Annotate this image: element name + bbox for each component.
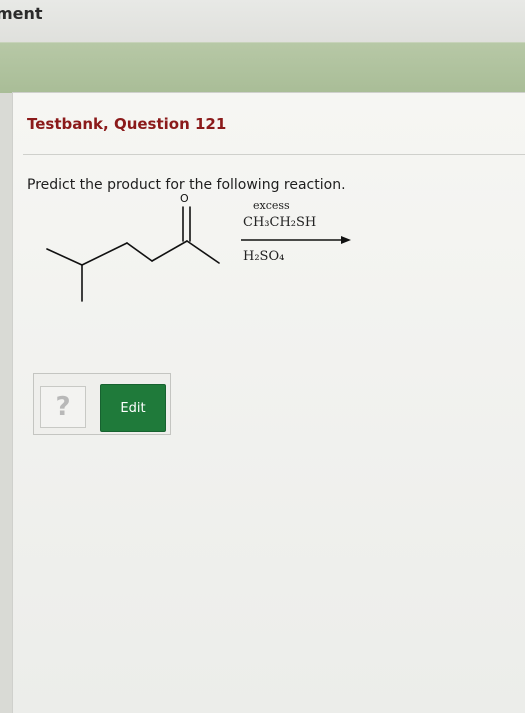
carbonyl-oxygen-label: O [180,193,189,205]
assignment-band [0,42,525,93]
question-prompt: Predict the product for the following re… [27,177,346,193]
page-header-title: ment [0,4,43,23]
answer-placeholder[interactable]: ? [40,386,86,428]
reagent-thiol: CH₃CH₂SH [243,215,317,230]
bond [151,240,188,262]
divider [23,154,525,155]
reaction-arrow-icon [241,236,351,244]
question-mark-icon: ? [55,392,71,422]
question-title: Testbank, Question 121 [27,115,227,133]
reagent-excess-label: excess [253,199,290,212]
top-strip: ment [0,0,525,44]
reagent-acid: H₂SO₄ [243,249,285,264]
answer-box: ? Edit [33,373,171,435]
question-panel: Testbank, Question 121 Predict the produ… [12,92,525,713]
reactant-structure: O [46,193,220,302]
bond [126,242,153,262]
edit-button[interactable]: Edit [100,384,166,432]
bond [186,240,220,264]
bond [81,242,128,266]
bond [46,248,83,266]
